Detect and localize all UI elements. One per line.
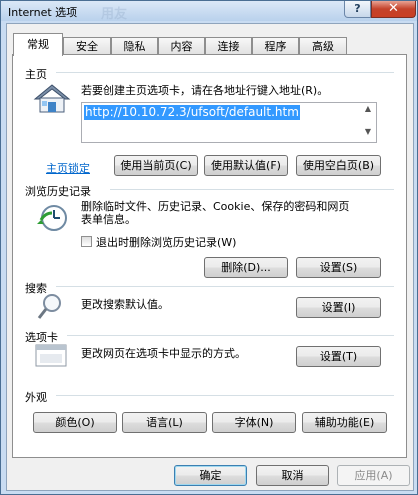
- tabs-divider: [67, 335, 394, 336]
- background-logo-watermark: 用友: [101, 7, 128, 22]
- title-bar[interactable]: Internet 选项 用友 ? ✕: [1, 1, 417, 22]
- apply-button[interactable]: 应用(A): [337, 465, 410, 486]
- delete-history-on-exit-label[interactable]: 退出时删除浏览历史记录(W): [96, 236, 236, 249]
- close-button[interactable]: ✕: [371, 1, 416, 18]
- tab-privacy[interactable]: 隐私: [111, 37, 158, 55]
- window-title: Internet 选项: [8, 6, 78, 19]
- use-blank-page-button[interactable]: 使用空白页(B): [296, 155, 381, 176]
- tabs-settings-button[interactable]: 设置(T): [296, 346, 381, 367]
- chevron-down-icon[interactable]: ▼: [360, 127, 376, 141]
- cancel-button[interactable]: 取消: [256, 465, 329, 486]
- history-divider: [110, 189, 394, 190]
- delete-history-on-exit-checkbox[interactable]: [81, 236, 92, 247]
- delete-history-button[interactable]: 删除(D)...: [204, 257, 288, 278]
- ok-button[interactable]: 确定: [174, 465, 247, 486]
- search-description: 更改搜索默认值。: [81, 298, 169, 311]
- homepage-url-value: http://10.10.72.3/ufsoft/default.htm: [84, 105, 300, 120]
- chevron-up-icon[interactable]: ▲: [360, 104, 376, 118]
- tabs-description: 更改网页在选项卡中显示的方式。: [81, 347, 246, 360]
- general-tab-panel: 主页 若要创建主页选项卡，请在各地址行键入地址(R)。 http://10.10…: [12, 54, 407, 458]
- history-settings-button[interactable]: 设置(S): [296, 257, 381, 278]
- homepage-url-textarea[interactable]: http://10.10.72.3/ufsoft/default.htm ▲ ▼: [81, 102, 377, 143]
- history-clock-icon: [37, 205, 67, 231]
- dialog-client-area: 常规 安全 隐私 内容 连接 程序 高级 主页 若要创建主页选项卡，请在各地址行…: [6, 23, 414, 491]
- homepage-group-title: 主页: [25, 68, 47, 81]
- appearance-group-title: 外观: [25, 391, 47, 404]
- search-icon: [37, 294, 61, 319]
- tab-general[interactable]: 常规: [13, 33, 63, 56]
- homepage-lock-link[interactable]: 主页锁定: [46, 160, 90, 176]
- search-divider: [56, 286, 394, 287]
- tab-connections[interactable]: 连接: [205, 37, 252, 55]
- history-description: 删除临时文件、历史记录、Cookie、保存的密码和网页表单信息。: [81, 200, 350, 226]
- tab-advanced[interactable]: 高级: [299, 37, 347, 55]
- tab-security[interactable]: 安全: [63, 37, 111, 55]
- fonts-button[interactable]: 字体(N): [212, 412, 296, 433]
- use-current-page-button[interactable]: 使用当前页(C): [114, 155, 198, 176]
- help-button[interactable]: ?: [344, 1, 371, 18]
- homepage-divider: [56, 72, 394, 73]
- internet-options-window: Internet 选项 用友 ? ✕ 常规 安全 隐私 内容 连接 程序 高级 …: [0, 0, 418, 495]
- house-icon: [33, 84, 71, 113]
- history-group-title: 浏览历史记录: [25, 185, 91, 198]
- tab-programs[interactable]: 程序: [252, 37, 299, 55]
- use-default-page-button[interactable]: 使用默认值(F): [204, 155, 288, 176]
- tab-content[interactable]: 内容: [158, 37, 205, 55]
- homepage-description: 若要创建主页选项卡，请在各地址行键入地址(R)。: [81, 84, 329, 97]
- search-settings-button[interactable]: 设置(I): [296, 297, 381, 318]
- colors-button[interactable]: 颜色(O): [33, 412, 117, 433]
- languages-button[interactable]: 语言(L): [122, 412, 207, 433]
- appearance-divider: [56, 395, 394, 396]
- tab-window-icon: [35, 344, 67, 367]
- accessibility-button[interactable]: 辅助功能(E): [302, 412, 387, 433]
